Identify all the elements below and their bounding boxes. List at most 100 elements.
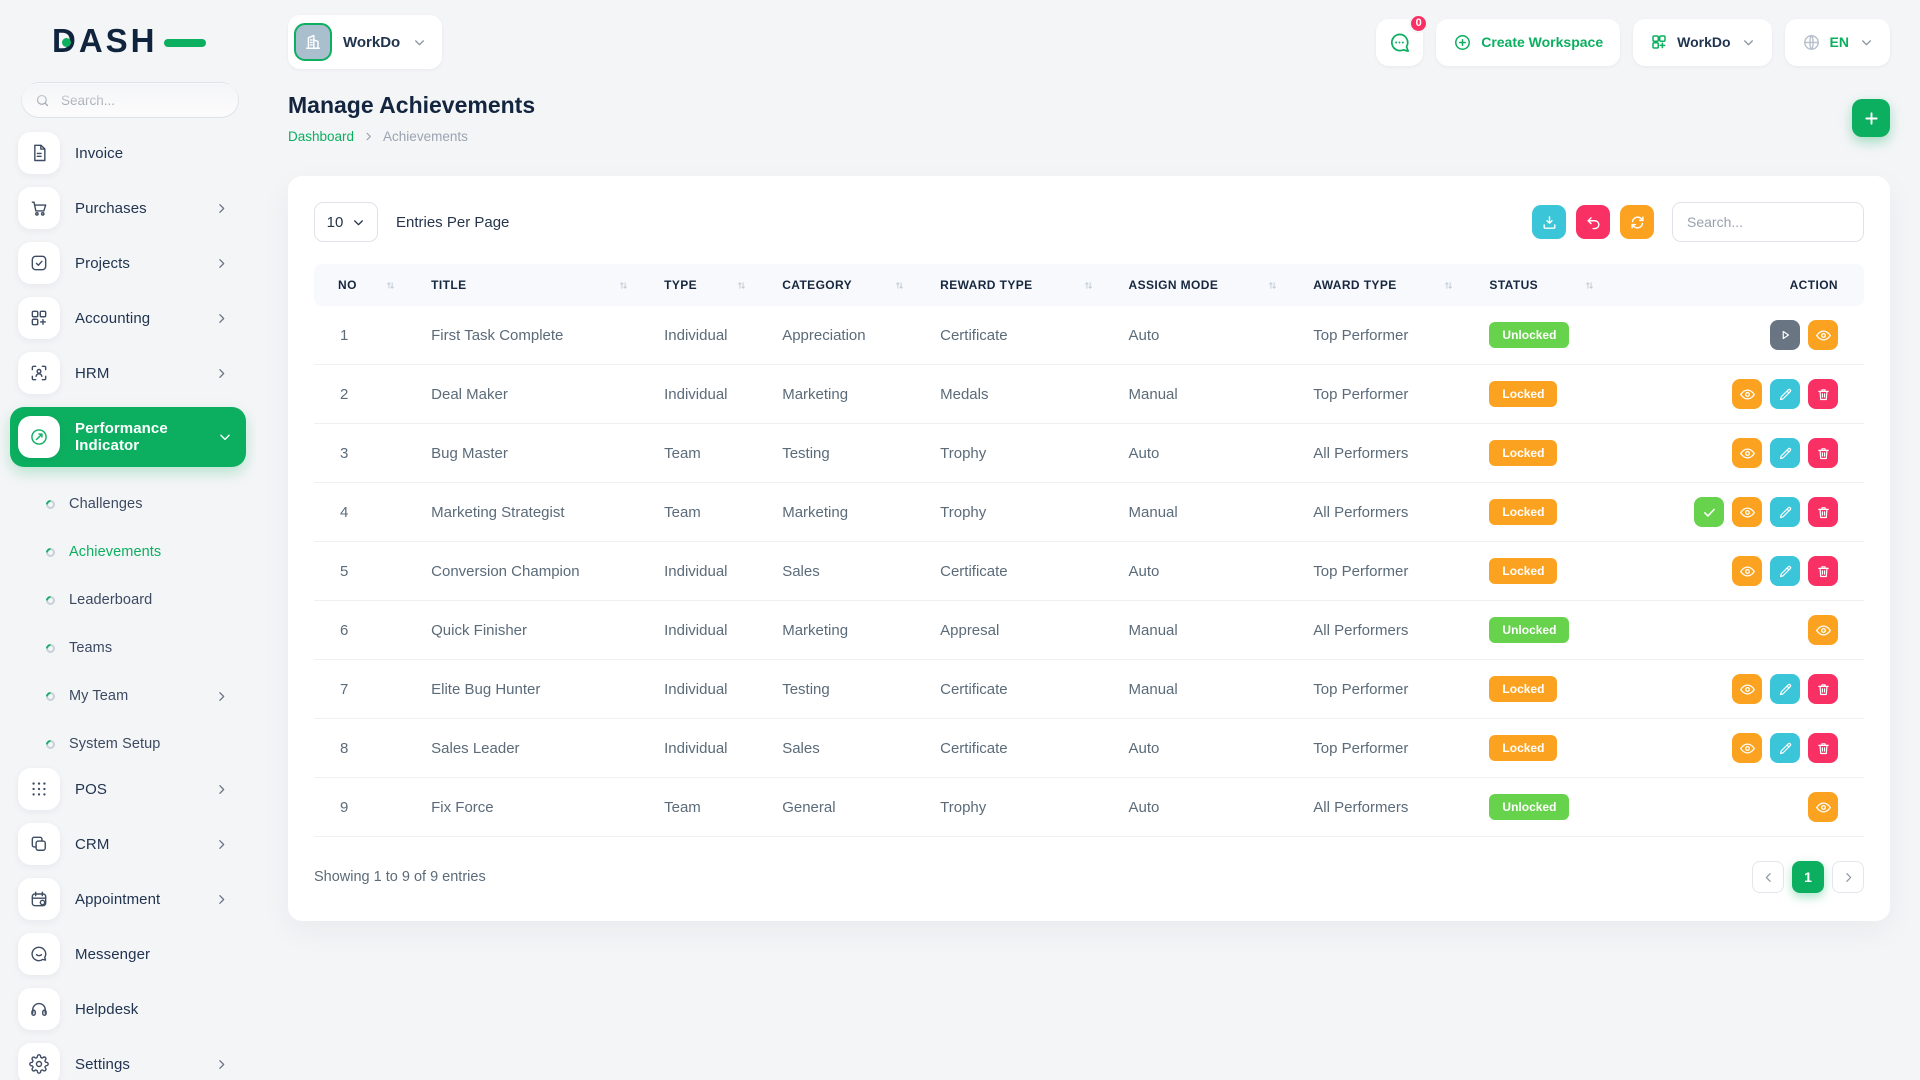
sidebar-subitem-achievements[interactable]: Achievements bbox=[18, 528, 242, 576]
messages-button[interactable]: 0 bbox=[1376, 19, 1423, 66]
cell-category: General bbox=[770, 778, 928, 837]
refresh-button[interactable] bbox=[1620, 205, 1654, 239]
view-action-button[interactable] bbox=[1808, 615, 1838, 645]
view-action-button[interactable] bbox=[1732, 733, 1762, 763]
breadcrumb-dashboard-link[interactable]: Dashboard bbox=[288, 129, 354, 144]
column-header-reward_type[interactable]: REWARD TYPE bbox=[928, 264, 1116, 306]
invoice-icon bbox=[18, 132, 60, 174]
achievements-table: NOTITLETYPECATEGORYREWARD TYPEASSIGN MOD… bbox=[314, 264, 1864, 837]
view-action-button[interactable] bbox=[1808, 792, 1838, 822]
sidebar-item-helpdesk[interactable]: Helpdesk bbox=[18, 988, 242, 1030]
edit-action-button[interactable] bbox=[1770, 379, 1800, 409]
sidebar-search[interactable] bbox=[21, 82, 239, 118]
create-workspace-label: Create Workspace bbox=[1481, 34, 1603, 50]
sidebar-subitem-challenges[interactable]: Challenges bbox=[18, 480, 242, 528]
cell-type: Team bbox=[652, 483, 770, 542]
sort-icon[interactable] bbox=[384, 279, 407, 292]
sort-icon[interactable] bbox=[1442, 279, 1465, 292]
sidebar-subitem-my-team[interactable]: My Team bbox=[18, 672, 242, 720]
sort-icon[interactable] bbox=[735, 279, 758, 292]
view-action-button[interactable] bbox=[1732, 674, 1762, 704]
edit-action-button[interactable] bbox=[1770, 674, 1800, 704]
delete-action-button[interactable] bbox=[1808, 497, 1838, 527]
sidebar-item-performance-indicator[interactable]: Performance Indicator bbox=[10, 407, 246, 467]
approve-action-button[interactable] bbox=[1694, 497, 1724, 527]
table-row: 9Fix ForceTeamGeneralTrophyAutoAll Perfo… bbox=[314, 778, 1864, 837]
brand-logo[interactable]: DASH bbox=[52, 22, 256, 66]
add-achievement-button[interactable] bbox=[1852, 99, 1890, 137]
delete-action-button[interactable] bbox=[1808, 674, 1838, 704]
column-header-no[interactable]: NO bbox=[314, 264, 419, 306]
entries-per-page-select[interactable]: 10 bbox=[314, 202, 378, 242]
cell-reward_type: Trophy bbox=[928, 778, 1116, 837]
edit-action-button[interactable] bbox=[1770, 556, 1800, 586]
column-header-category[interactable]: CATEGORY bbox=[770, 264, 928, 306]
reset-button[interactable] bbox=[1576, 205, 1610, 239]
play-icon bbox=[1778, 328, 1792, 342]
pencil-icon bbox=[1778, 505, 1793, 520]
cell-category: Sales bbox=[770, 542, 928, 601]
download-icon bbox=[1541, 214, 1558, 231]
cell-no: 6 bbox=[314, 601, 419, 660]
page-number-button[interactable]: 1 bbox=[1792, 861, 1824, 893]
sidebar-subitem-system-setup[interactable]: System Setup bbox=[18, 720, 242, 768]
breadcrumb-current: Achievements bbox=[383, 129, 468, 144]
sidebar-item-purchases[interactable]: Purchases bbox=[18, 187, 242, 229]
plus-icon bbox=[1862, 109, 1881, 128]
sort-icon[interactable] bbox=[893, 279, 916, 292]
next-page-button[interactable] bbox=[1832, 861, 1864, 893]
delete-action-button[interactable] bbox=[1808, 438, 1838, 468]
column-header-type[interactable]: TYPE bbox=[652, 264, 770, 306]
app-switcher-button[interactable]: WorkDo bbox=[1633, 19, 1771, 66]
view-action-button[interactable] bbox=[1732, 497, 1762, 527]
sidebar-item-crm[interactable]: CRM bbox=[18, 823, 242, 865]
eye-icon bbox=[1739, 386, 1756, 403]
delete-action-button[interactable] bbox=[1808, 379, 1838, 409]
column-header-award_type[interactable]: AWARD TYPE bbox=[1301, 264, 1477, 306]
delete-action-button[interactable] bbox=[1808, 733, 1838, 763]
plus-circle-icon bbox=[1453, 33, 1472, 52]
sidebar-subitem-label: Teams bbox=[69, 640, 112, 656]
sidebar-item-messenger[interactable]: Messenger bbox=[18, 933, 242, 975]
view-action-button[interactable] bbox=[1732, 556, 1762, 586]
sidebar-item-appointment[interactable]: Appointment bbox=[18, 878, 242, 920]
sort-icon[interactable] bbox=[1583, 279, 1606, 292]
sidebar-subitem-teams[interactable]: Teams bbox=[18, 624, 242, 672]
language-selector[interactable]: EN bbox=[1785, 19, 1890, 66]
edit-action-button[interactable] bbox=[1770, 733, 1800, 763]
sidebar-item-invoice[interactable]: Invoice bbox=[18, 132, 242, 174]
table-search-input[interactable] bbox=[1672, 202, 1864, 242]
sort-icon[interactable] bbox=[1082, 279, 1105, 292]
create-workspace-button[interactable]: Create Workspace bbox=[1436, 19, 1620, 66]
sort-icon[interactable] bbox=[1266, 279, 1289, 292]
sidebar-item-label: Appointment bbox=[75, 891, 160, 908]
view-action-button[interactable] bbox=[1732, 438, 1762, 468]
play-action-button[interactable] bbox=[1770, 320, 1800, 350]
view-action-button[interactable] bbox=[1808, 320, 1838, 350]
column-header-title[interactable]: TITLE bbox=[419, 264, 652, 306]
workspace-selector[interactable]: WorkDo bbox=[288, 15, 442, 69]
cell-action bbox=[1618, 542, 1864, 601]
view-action-button[interactable] bbox=[1732, 379, 1762, 409]
previous-page-button[interactable] bbox=[1752, 861, 1784, 893]
edit-action-button[interactable] bbox=[1770, 497, 1800, 527]
bullet-icon bbox=[44, 690, 57, 703]
cell-status: Locked bbox=[1477, 660, 1618, 719]
edit-action-button[interactable] bbox=[1770, 438, 1800, 468]
sidebar-search-input[interactable] bbox=[59, 92, 209, 109]
sidebar-item-settings[interactable]: Settings bbox=[18, 1043, 242, 1080]
sidebar-subitem-leaderboard[interactable]: Leaderboard bbox=[18, 576, 242, 624]
sidebar-item-accounting[interactable]: Accounting bbox=[18, 297, 242, 339]
sort-icon[interactable] bbox=[617, 279, 640, 292]
sidebar-item-label: Performance Indicator bbox=[75, 420, 179, 455]
export-button[interactable] bbox=[1532, 205, 1566, 239]
sidebar-item-projects[interactable]: Projects bbox=[18, 242, 242, 284]
sidebar-item-hrm[interactable]: HRM bbox=[18, 352, 242, 394]
cell-type: Individual bbox=[652, 306, 770, 365]
delete-action-button[interactable] bbox=[1808, 556, 1838, 586]
sidebar-item-pos[interactable]: POS bbox=[18, 768, 242, 810]
column-header-assign_mode[interactable]: ASSIGN MODE bbox=[1117, 264, 1302, 306]
column-header-action: ACTION bbox=[1618, 264, 1864, 306]
trash-icon bbox=[1816, 446, 1831, 461]
column-header-status[interactable]: STATUS bbox=[1477, 264, 1618, 306]
